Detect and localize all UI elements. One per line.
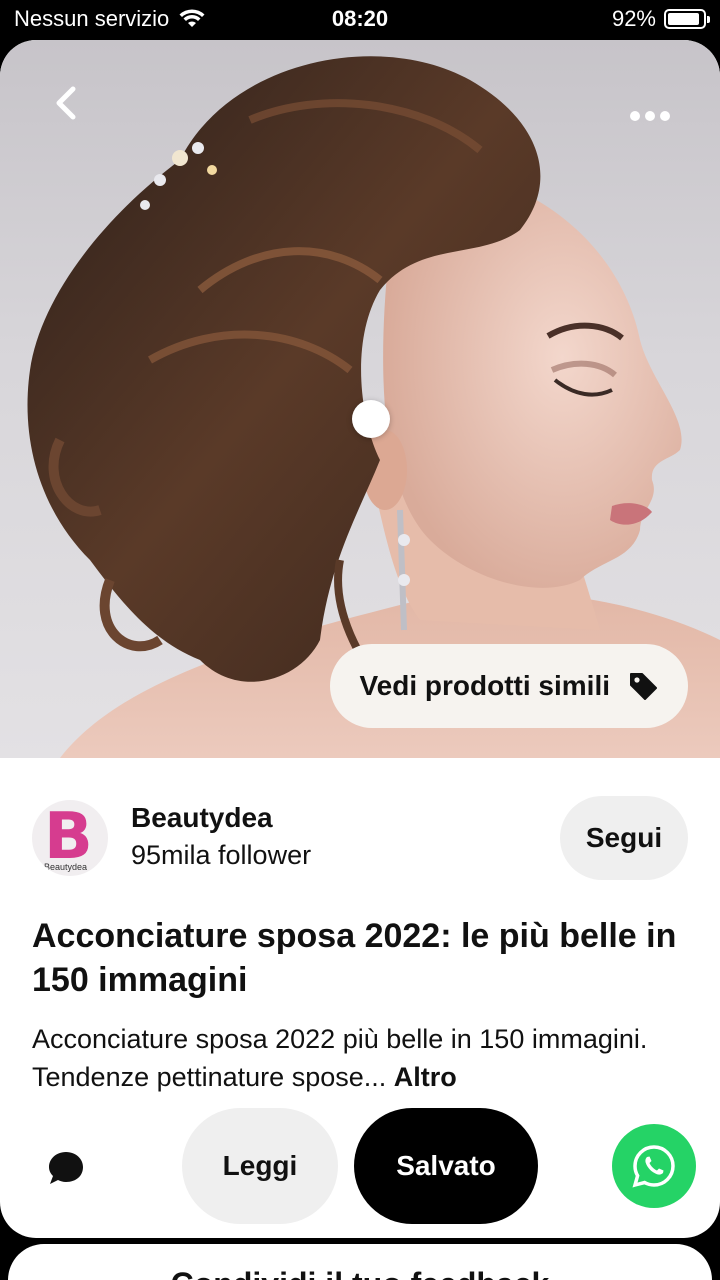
similar-products-button[interactable]: Vedi prodotti simili (329, 644, 688, 728)
creator-name[interactable]: Beautydea (131, 802, 273, 834)
saved-button[interactable]: Salvato (354, 1108, 538, 1224)
pin-image[interactable]: Vedi prodotti simili (0, 40, 720, 758)
action-bar: Leggi Salvato (0, 1108, 720, 1228)
battery-percent: 92% (611, 6, 656, 31)
whatsapp-share-button[interactable] (612, 1124, 696, 1208)
chevron-left-icon (56, 86, 76, 120)
pin-card: Vedi prodotti simili B Beautydea Beautyd… (0, 40, 720, 1238)
status-right: 92% (611, 6, 710, 32)
pin-description: Acconciature sposa 2022 più belle in 150… (32, 1020, 692, 1096)
creator-row: B Beautydea Beautydea 95mila follower Se… (32, 796, 688, 884)
avatar[interactable]: B Beautydea (32, 800, 108, 876)
next-card-title: Condividi il tuo feedback (8, 1266, 712, 1280)
read-button[interactable]: Leggi (182, 1108, 338, 1224)
follow-button[interactable]: Segui (560, 796, 688, 880)
comment-icon (49, 1152, 83, 1184)
more-link[interactable]: Altro (394, 1062, 457, 1092)
pin-description-text: Acconciature sposa 2022 più belle in 150… (32, 1024, 648, 1092)
follower-count: 95mila follower (131, 840, 312, 870)
product-hotspot-dot[interactable] (352, 400, 390, 438)
battery-icon (664, 9, 710, 29)
status-bar: Nessun servizio 08:20 92% (0, 0, 720, 40)
back-button[interactable] (42, 80, 88, 126)
more-options-button[interactable] (620, 96, 680, 136)
similar-products-label: Vedi prodotti simili (359, 670, 610, 701)
avatar-logo-text: Beautydea (44, 862, 88, 872)
next-card[interactable]: Condividi il tuo feedback (8, 1244, 712, 1280)
pin-title: Acconciature sposa 2022: le più belle in… (32, 917, 677, 999)
battery-level-fill (668, 13, 700, 25)
whatsapp-icon (632, 1145, 675, 1188)
tag-icon (630, 673, 657, 700)
comment-button[interactable] (40, 1142, 92, 1194)
more-horizontal-icon (630, 111, 670, 121)
